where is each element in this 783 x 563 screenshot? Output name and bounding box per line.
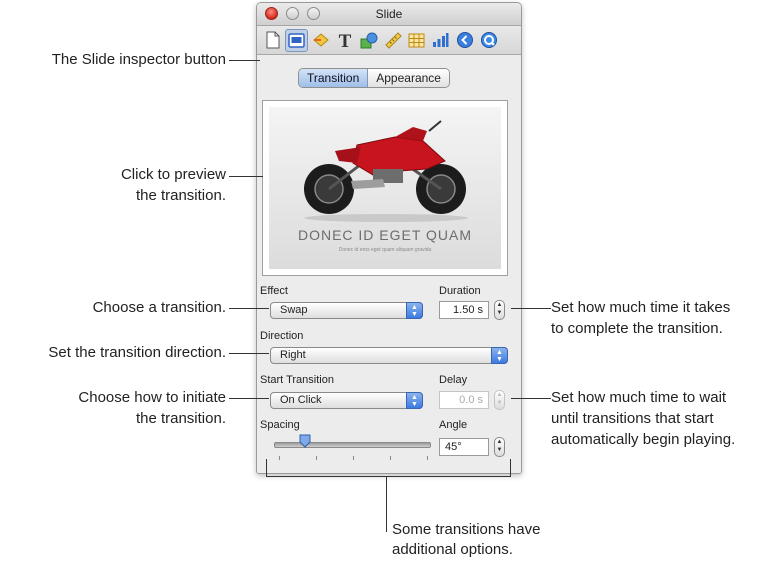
slide-thumbnail: DONEC ID EGET QUAM Donec id eros eget qu… [269,107,501,269]
callout-preview: Click to preview the transition. [0,164,226,206]
effect-popup[interactable]: Swap ▲ ▼ [270,302,423,319]
tab-appearance[interactable]: Appearance [368,69,449,87]
bracket-line [266,476,511,477]
ruler-icon [384,32,402,49]
callout-delay-line3: automatically begin playing. [551,431,736,448]
inspector-tabs: Transition Appearance [298,68,450,88]
delay-label: Delay [439,374,468,386]
delay-stepper[interactable]: ▲ ▼ [494,390,505,410]
callout-duration: Set how much time it takes to complete t… [551,297,783,339]
document-icon [266,31,279,49]
motorcycle-image [304,120,468,222]
callout-initiate-line2: the transition. [135,410,226,427]
hyperlink-icon [456,32,473,48]
start-transition-popup[interactable]: On Click ▲ ▼ [270,392,423,409]
slider-tick [316,456,317,460]
callout-duration-line2: to complete the transition. [551,320,723,337]
direction-value: Right [280,349,306,361]
angle-label: Angle [439,419,468,431]
table-icon [408,33,425,47]
callout-initiate: Choose how to initiate the transition. [0,387,226,429]
bracket-line [510,459,511,476]
slider-track[interactable] [274,442,431,448]
duration-stepper[interactable]: ▲ ▼ [494,300,505,320]
graphic-inspector-button[interactable] [357,29,380,52]
leader-line [511,398,551,399]
callout-options-line2: additional options. [392,541,513,558]
callout-duration-line1: Set how much time it takes [551,299,731,316]
callout-options: Some transitions have additional options… [392,520,632,560]
preview-slide-subtitle: Donec id eros eget quam aliquam gravida [338,247,432,253]
document-inspector-button[interactable] [261,29,284,52]
callout-preview-line1: Click to preview [120,166,226,183]
slider-tick [279,456,280,460]
graphic-icon [360,32,377,48]
metrics-inspector-button[interactable] [381,29,404,52]
chart-inspector-button[interactable] [429,29,452,52]
direction-label: Direction [260,330,304,342]
callout-preview-line2: the transition. [135,187,226,204]
angle-field[interactable]: 45° [439,438,489,456]
slider-thumb[interactable] [299,434,311,448]
callout-options-line1: Some transitions have [392,521,541,538]
preview-slide-title: DONEC ID EGET QUAM [297,227,473,243]
spacing-label: Spacing [260,419,300,431]
delay-field[interactable]: 0.0 s [439,391,489,409]
slider-tick [427,456,428,460]
slide-inspector-button[interactable] [285,28,308,52]
slide-inspector-window: Slide T Transition Appearance DONEC ID E… [256,2,522,474]
popup-arrows-icon: ▲ ▼ [406,392,423,409]
callout-delay-line1: Set how much time to wait [551,389,727,406]
callout-delay-line2: until transitions that start [551,410,714,427]
quicktime-inspector-button[interactable] [477,29,500,52]
leader-line [511,308,551,309]
direction-popup[interactable]: Right ▲ ▼ [270,347,508,364]
hyperlink-inspector-button[interactable] [453,29,476,52]
effect-label: Effect [260,285,288,297]
slide-icon [288,32,305,48]
leader-line [229,176,263,177]
chart-icon [433,33,449,47]
angle-stepper[interactable]: ▲ ▼ [494,437,505,457]
transition-preview[interactable]: DONEC ID EGET QUAM Donec id eros eget qu… [262,100,508,276]
duration-label: Duration [439,285,481,297]
start-transition-label: Start Transition [260,374,334,386]
build-icon [312,33,329,47]
effect-value: Swap [280,304,308,316]
slider-tick [353,456,354,460]
leader-line [386,476,387,532]
title-bar[interactable]: Slide [257,3,521,26]
leader-line [229,60,260,61]
slider-tick [390,456,391,460]
leader-line [229,353,269,354]
svg-text:T: T [338,31,351,49]
popup-arrows-icon: ▲ ▼ [406,302,423,319]
leader-line [229,308,269,309]
text-icon: T [338,31,351,49]
table-inspector-button[interactable] [405,29,428,52]
inspector-toolbar: T [257,26,521,55]
callout-direction: Set the transition direction. [48,344,226,361]
leader-line [229,398,269,399]
callout-choose-transition: Choose a transition. [92,299,226,316]
callout-initiate-line1: Choose how to initiate [78,389,226,406]
duration-field[interactable]: 1.50 s [439,301,489,319]
callout-delay: Set how much time to wait until transiti… [551,387,783,450]
text-inspector-button[interactable]: T [333,29,356,52]
start-transition-value: On Click [280,394,322,406]
quicktime-icon [480,32,497,48]
callout-inspector-button: The Slide inspector button [51,51,226,68]
inspector-content: Transition Appearance DONEC ID EGET QUAM… [257,55,521,473]
bracket-line [266,459,267,476]
build-inspector-button[interactable] [309,29,332,52]
tab-transition[interactable]: Transition [299,69,369,87]
window-title: Slide [375,7,403,21]
popup-arrows-icon: ▲ ▼ [491,347,508,364]
